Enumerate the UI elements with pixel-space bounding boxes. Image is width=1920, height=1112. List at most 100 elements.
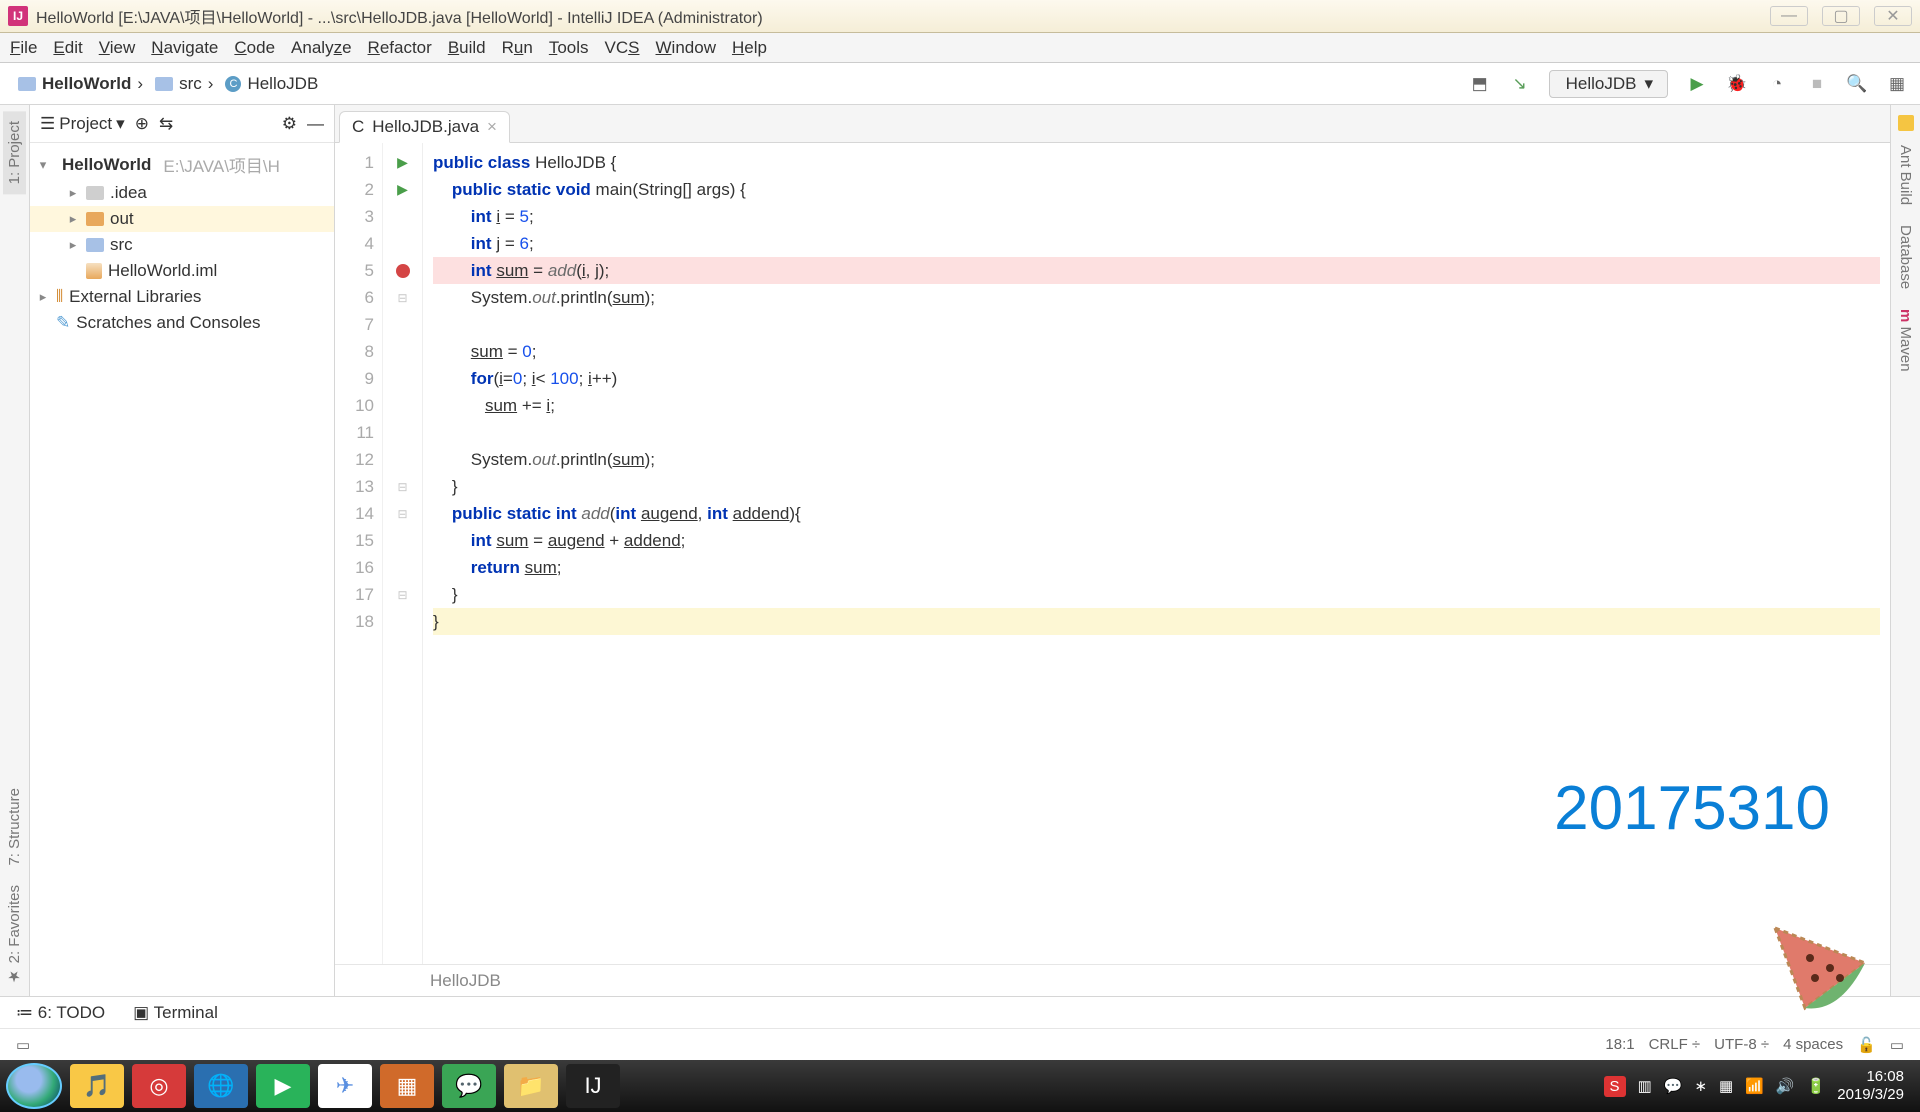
hide-icon[interactable]: — bbox=[307, 114, 324, 134]
line-gutter[interactable]: 123456789101112131415161718 bbox=[335, 143, 383, 964]
editor-area: C HelloJDB.java × 1234567891011121314151… bbox=[335, 105, 1890, 996]
watermark: 20175310 bbox=[1554, 773, 1830, 844]
tree-node-external[interactable]: ▸ ⫴ External Libraries bbox=[30, 284, 334, 310]
minimize-button[interactable]: — bbox=[1770, 6, 1808, 26]
breadcrumb-dir[interactable]: src › bbox=[149, 72, 219, 96]
taskbar-app-3[interactable]: 🌐 bbox=[194, 1064, 248, 1108]
chevron-right-icon: ▸ bbox=[66, 185, 80, 201]
code-area[interactable]: public class HelloJDB { public static vo… bbox=[423, 143, 1890, 964]
menu-analyze[interactable]: Analyze bbox=[291, 38, 352, 58]
menu-file[interactable]: File bbox=[10, 38, 37, 58]
inspection-warning-icon[interactable] bbox=[1898, 115, 1914, 131]
menu-vcs[interactable]: VCS bbox=[605, 38, 640, 58]
collapse-icon[interactable]: ⇆ bbox=[159, 114, 173, 134]
menu-navigate[interactable]: Navigate bbox=[151, 38, 218, 58]
close-button[interactable]: ✕ bbox=[1874, 6, 1912, 26]
tab-database[interactable]: Database bbox=[1894, 215, 1917, 299]
run-config-combo[interactable]: HelloJDB ▾ bbox=[1549, 70, 1668, 98]
tree-node-root[interactable]: ▾ HelloWorld E:\JAVA\项目\H bbox=[30, 149, 334, 180]
taskbar-app-4[interactable]: ▶ bbox=[256, 1064, 310, 1108]
tab-maven[interactable]: m Maven bbox=[1894, 299, 1917, 382]
taskbar-app-explorer[interactable]: 📁 bbox=[504, 1064, 558, 1108]
system-tray[interactable]: S ▥ 💬 ∗ ▦ 📶 🔊 🔋 16:08 2019/3/29 bbox=[1604, 1068, 1914, 1104]
file-encoding[interactable]: UTF-8 ÷ bbox=[1714, 1036, 1769, 1053]
coverage-button[interactable]: ◔ bbox=[1766, 74, 1788, 94]
tab-structure[interactable]: 7: Structure bbox=[3, 778, 26, 876]
debug-button[interactable]: 🐞 bbox=[1726, 74, 1748, 94]
run-config-label: HelloJDB bbox=[1566, 74, 1637, 94]
windows-taskbar: 🎵 ◎ 🌐 ▶ ✈ ▦ 💬 📁 IJ S ▥ 💬 ∗ ▦ 📶 🔊 🔋 16:08… bbox=[0, 1060, 1920, 1112]
build-icon[interactable]: ⬒ bbox=[1469, 74, 1491, 94]
library-icon: ⫴ bbox=[56, 287, 63, 307]
breadcrumb-file[interactable]: C HelloJDB bbox=[219, 72, 324, 96]
menu-window[interactable]: Window bbox=[656, 38, 716, 58]
menu-refactor[interactable]: Refactor bbox=[368, 38, 432, 58]
breadcrumb-dir-label: src bbox=[179, 74, 202, 94]
tab-todo[interactable]: ≔ 6: TODO bbox=[16, 1003, 105, 1023]
tree-node-out[interactable]: ▸ out bbox=[30, 206, 334, 232]
menu-view[interactable]: View bbox=[99, 38, 136, 58]
taskbar-app-1[interactable]: 🎵 bbox=[70, 1064, 124, 1108]
tab-terminal[interactable]: ▣ Terminal bbox=[133, 1003, 218, 1023]
tab-ant[interactable]: Ant Build bbox=[1894, 135, 1917, 215]
search-icon[interactable]: 🔍 bbox=[1846, 74, 1868, 94]
breadcrumb-file-label: HelloJDB bbox=[247, 74, 318, 94]
editor-tab-label: HelloJDB.java bbox=[372, 117, 479, 137]
chevron-down-icon: ▾ bbox=[36, 157, 50, 173]
settings-icon[interactable]: ▦ bbox=[1886, 74, 1908, 94]
menu-help[interactable]: Help bbox=[732, 38, 767, 58]
indent-setting[interactable]: 4 spaces bbox=[1783, 1036, 1843, 1053]
folder-icon bbox=[18, 77, 36, 91]
tray-ime-icon[interactable]: S bbox=[1604, 1076, 1626, 1097]
titlebar: IJ HelloWorld [E:\JAVA\项目\HelloWorld] - … bbox=[0, 0, 1920, 33]
folder-icon bbox=[86, 186, 104, 200]
left-toolstrip: 1: Project 7: Structure ★ 2: Favorites bbox=[0, 105, 30, 996]
run-gutter[interactable]: ▶▶⊟⊟⊟⊟ bbox=[383, 143, 423, 964]
tree-node-scratches[interactable]: ✎ Scratches and Consoles bbox=[30, 310, 334, 336]
tab-project[interactable]: 1: Project bbox=[3, 111, 26, 194]
menubar: File Edit View Navigate Code Analyze Ref… bbox=[0, 33, 1920, 63]
project-toolwindow: ☰Project▾ ⊕ ⇆ ⚙ — ▾ HelloWorld E:\JAVA\项… bbox=[30, 105, 335, 996]
gear-icon[interactable]: ⚙ bbox=[282, 114, 297, 134]
stop-button[interactable]: ■ bbox=[1806, 74, 1828, 94]
close-tab-icon[interactable]: × bbox=[487, 117, 497, 137]
tree-node-src[interactable]: ▸ src bbox=[30, 232, 334, 258]
maximize-button[interactable]: ▢ bbox=[1822, 6, 1860, 26]
project-view-dropdown[interactable]: ☰Project▾ bbox=[40, 114, 125, 134]
breadcrumb-root[interactable]: HelloWorld › bbox=[12, 72, 149, 96]
bottom-toolbar: ≔ 6: TODO ▣ Terminal bbox=[0, 996, 1920, 1028]
chevron-right-icon: › bbox=[137, 74, 143, 94]
line-separator[interactable]: CRLF ÷ bbox=[1649, 1036, 1701, 1053]
taskbar-app-5[interactable]: ✈ bbox=[318, 1064, 372, 1108]
readonly-lock-icon[interactable]: 🔓 bbox=[1857, 1036, 1876, 1054]
taskbar-app-intellij[interactable]: IJ bbox=[566, 1064, 620, 1108]
menu-build[interactable]: Build bbox=[448, 38, 486, 58]
tray-clock[interactable]: 16:08 2019/3/29 bbox=[1837, 1068, 1904, 1104]
watermelon-overlay bbox=[1760, 908, 1880, 1018]
taskbar-app-6[interactable]: ▦ bbox=[380, 1064, 434, 1108]
menu-code[interactable]: Code bbox=[234, 38, 275, 58]
iml-icon bbox=[86, 263, 102, 279]
tree-node-idea[interactable]: ▸ .idea bbox=[30, 180, 334, 206]
editor-body[interactable]: 123456789101112131415161718 ▶▶⊟⊟⊟⊟ publi… bbox=[335, 143, 1890, 964]
menu-edit[interactable]: Edit bbox=[53, 38, 82, 58]
class-file-icon: C bbox=[352, 117, 364, 137]
start-button[interactable] bbox=[6, 1063, 62, 1109]
tab-favorites[interactable]: ★ 2: Favorites bbox=[3, 875, 27, 996]
right-toolstrip: Ant Build Database m Maven bbox=[1890, 105, 1920, 996]
class-file-icon: C bbox=[225, 76, 241, 92]
editor-breadcrumb[interactable]: HelloJDB bbox=[335, 964, 1890, 996]
caret-position[interactable]: 18:1 bbox=[1605, 1036, 1634, 1053]
memory-indicator[interactable]: ▭ bbox=[1890, 1036, 1904, 1054]
editor-tab[interactable]: C HelloJDB.java × bbox=[339, 111, 510, 143]
taskbar-app-wechat[interactable]: 💬 bbox=[442, 1064, 496, 1108]
hammer-icon[interactable]: ↘ bbox=[1509, 74, 1531, 94]
menu-tools[interactable]: Tools bbox=[549, 38, 589, 58]
project-tree[interactable]: ▾ HelloWorld E:\JAVA\项目\H ▸ .idea ▸ out … bbox=[30, 143, 334, 996]
menu-run[interactable]: Run bbox=[502, 38, 533, 58]
tree-node-iml[interactable]: HelloWorld.iml bbox=[30, 258, 334, 284]
taskbar-app-2[interactable]: ◎ bbox=[132, 1064, 186, 1108]
locate-icon[interactable]: ⊕ bbox=[135, 114, 149, 134]
folder-icon bbox=[155, 77, 173, 91]
run-button[interactable]: ▶ bbox=[1686, 74, 1708, 94]
